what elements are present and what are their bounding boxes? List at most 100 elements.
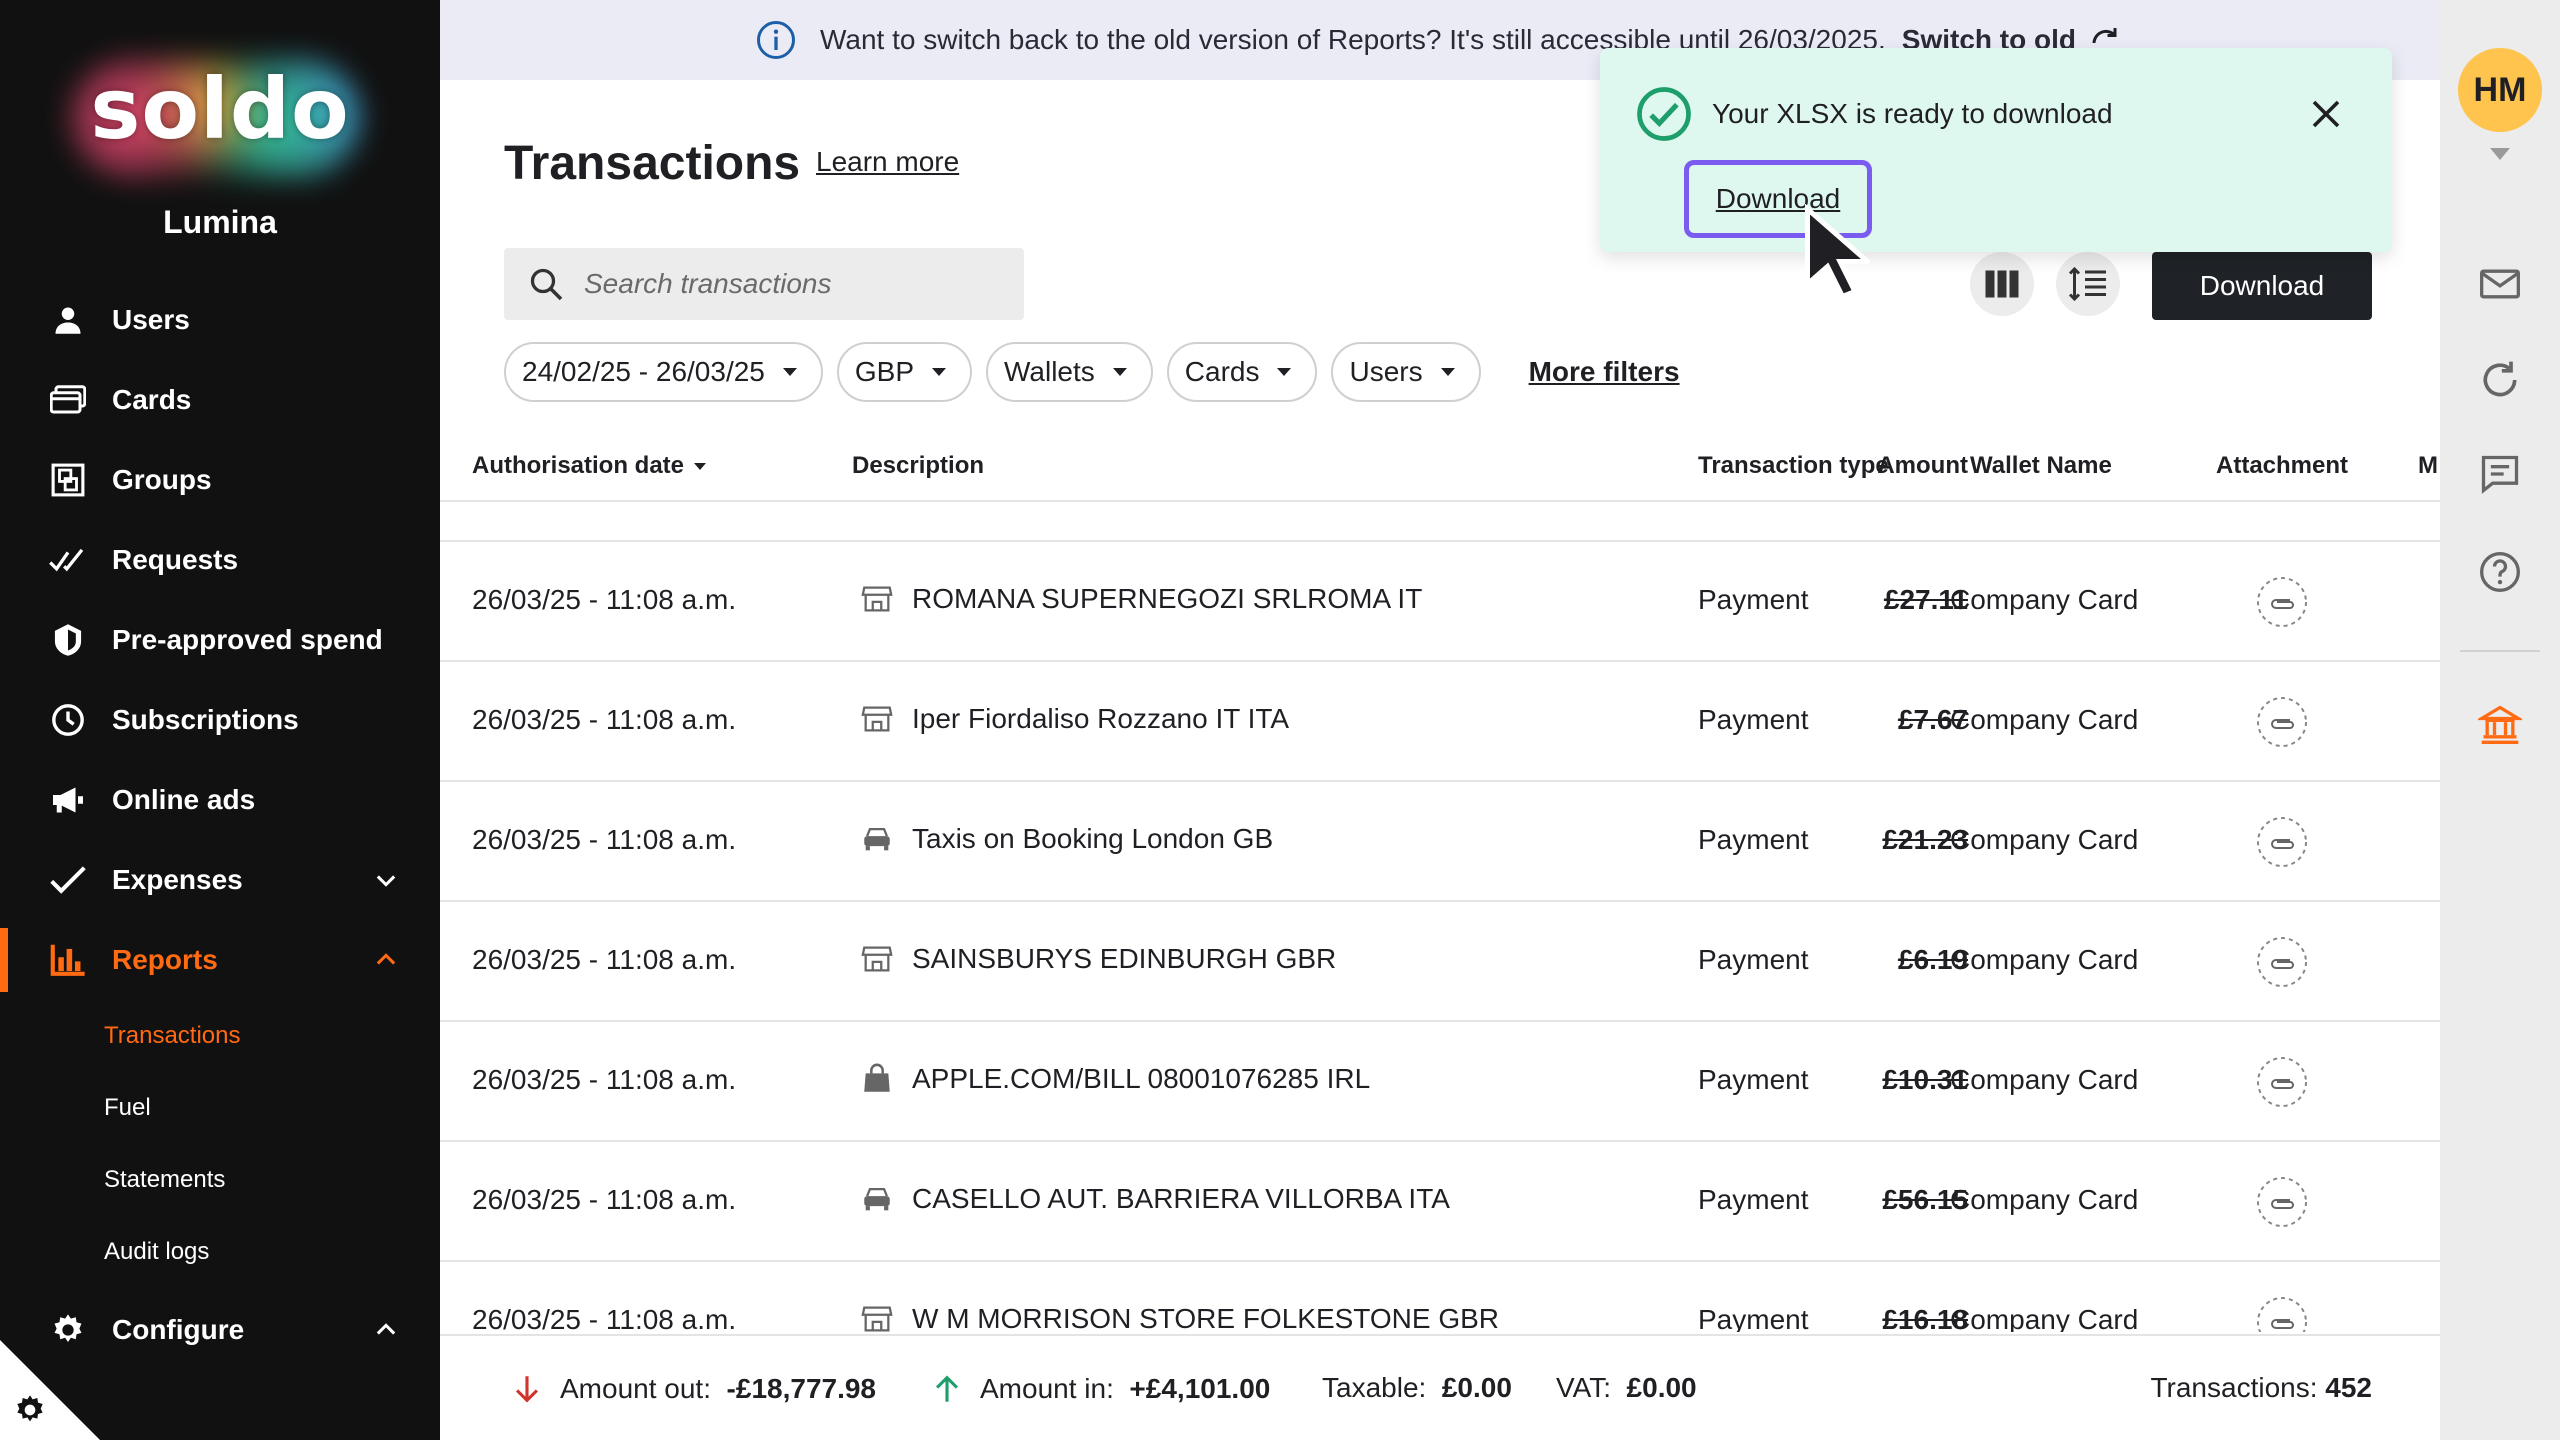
sidebar-item-pre-approved-spend[interactable]: Pre-approved spend bbox=[0, 600, 440, 680]
learn-more-link[interactable]: Learn more bbox=[816, 146, 959, 178]
amount-in-value: +£4,101.00 bbox=[1129, 1373, 1271, 1404]
date-range-value: 24/02/25 - 26/03/25 bbox=[522, 356, 765, 387]
avatar[interactable]: HM bbox=[2458, 48, 2542, 132]
sidebar-item-expenses[interactable]: Expenses bbox=[0, 840, 440, 920]
cards-filter[interactable]: Cards bbox=[1166, 342, 1318, 402]
column-header-amount[interactable]: Amount bbox=[1877, 452, 1968, 480]
transaction-description: Iper Fiordaliso Rozzano IT ITA bbox=[860, 702, 1289, 736]
avatar-caret-icon[interactable] bbox=[2490, 148, 2510, 160]
row-density-button[interactable] bbox=[2056, 252, 2120, 316]
download-button[interactable]: Download bbox=[2152, 252, 2372, 320]
search-box[interactable] bbox=[504, 248, 1024, 320]
chat-icon[interactable] bbox=[2478, 452, 2522, 496]
table-row[interactable]: 26/03/25 - 11:08 a.m. CASELLO AUT. BARRIE… bbox=[440, 1142, 2440, 1262]
megaphone-icon bbox=[48, 780, 88, 820]
row-spacing-icon bbox=[2068, 266, 2106, 302]
attachment-icon[interactable] bbox=[2256, 1176, 2308, 1228]
column-header-description[interactable]: Description bbox=[852, 452, 984, 480]
merchant-name: ROMANA SUPERNEGOZI SRLROMA IT bbox=[912, 583, 1423, 614]
store-icon bbox=[860, 942, 894, 976]
table-row[interactable]: 26/03/25 - 11:08 a.m. SAINSBURYS EDINBURG… bbox=[440, 902, 2440, 1022]
chevron-up-icon[interactable] bbox=[372, 946, 400, 974]
attachment-icon[interactable] bbox=[2256, 696, 2308, 748]
column-header-authorisation-date[interactable]: Authorisation date bbox=[472, 452, 707, 480]
column-header-wallet-name[interactable]: Wallet Name bbox=[1970, 452, 2112, 480]
sidebar-item-label: Cards bbox=[112, 384, 192, 415]
clock-icon bbox=[48, 700, 88, 740]
attachment-icon[interactable] bbox=[2256, 576, 2308, 628]
sidebar-subitem-fuel[interactable]: Fuel bbox=[0, 1072, 440, 1144]
sidebar-item-requests[interactable]: Requests bbox=[0, 520, 440, 600]
table-row-partial[interactable] bbox=[440, 502, 2440, 542]
cards-label: Cards bbox=[1184, 356, 1260, 387]
merchant-name: W M MORRISON STORE FOLKESTONE GBR bbox=[912, 1303, 1500, 1332]
attachment-icon[interactable] bbox=[2256, 936, 2308, 988]
page-title: Transactions bbox=[504, 137, 801, 190]
sidebar-item-reports[interactable]: Reports bbox=[0, 920, 440, 1000]
transaction-description: APPLE.COM/BILL 08001076285 IRL bbox=[860, 1062, 1370, 1096]
sidebar-item-label: Reports bbox=[112, 944, 218, 975]
chevron-down-icon[interactable] bbox=[372, 866, 400, 894]
sidebar-item-users[interactable]: Users bbox=[0, 280, 440, 360]
search-icon bbox=[530, 268, 563, 301]
column-header-attachment[interactable]: Attachment bbox=[2216, 452, 2348, 480]
settings-gear-icon[interactable] bbox=[14, 1394, 46, 1426]
logo[interactable]: soldo bbox=[0, 50, 440, 180]
date-range-filter[interactable]: 24/02/25 - 26/03/25 bbox=[504, 342, 823, 402]
table-header: Authorisation date Description Amount Tr… bbox=[440, 432, 2440, 502]
more-filters-link[interactable]: More filters bbox=[1529, 356, 1680, 388]
sidebar-subitem-transactions[interactable]: Transactions bbox=[0, 1000, 440, 1072]
card-icon bbox=[48, 380, 88, 420]
attachment-icon[interactable] bbox=[2256, 1056, 2308, 1108]
table-row[interactable]: 26/03/25 - 11:08 a.m. APPLE.COM/BILL 0800… bbox=[440, 1022, 2440, 1142]
sidebar-nav: Users Cards Groups Requests Pre-approved… bbox=[0, 280, 440, 1370]
columns-view-button[interactable] bbox=[1970, 252, 2034, 316]
table-row[interactable]: 26/03/25 - 11:08 a.m. ROMANA SUPERNEGOZI … bbox=[440, 542, 2440, 662]
help-icon[interactable] bbox=[2478, 550, 2522, 594]
wallets-filter[interactable]: Wallets bbox=[986, 342, 1153, 402]
sidebar-item-groups[interactable]: Groups bbox=[0, 440, 440, 520]
sidebar-item-cards[interactable]: Cards bbox=[0, 360, 440, 440]
table-row[interactable]: 26/03/25 - 11:08 a.m. Iper Fiordaliso Roz… bbox=[440, 662, 2440, 782]
user-icon bbox=[48, 300, 88, 340]
sidebar-subitem-statements[interactable]: Statements bbox=[0, 1144, 440, 1216]
transaction-type: Payment bbox=[1698, 584, 1809, 615]
taxable-label: Taxable: bbox=[1322, 1372, 1427, 1403]
search-input[interactable] bbox=[584, 268, 1004, 300]
car-icon bbox=[860, 822, 894, 856]
table-row[interactable]: 26/03/25 - 11:08 a.m. Taxis on Booking Lo… bbox=[440, 782, 2440, 902]
close-icon[interactable] bbox=[2308, 96, 2344, 132]
attachment-icon[interactable] bbox=[2256, 1296, 2308, 1332]
sidebar-item-subscriptions[interactable]: Subscriptions bbox=[0, 680, 440, 760]
sidebar-item-label: Requests bbox=[112, 544, 239, 575]
attachment-icon[interactable] bbox=[2256, 816, 2308, 868]
sidebar-item-online-ads[interactable]: Online ads bbox=[0, 760, 440, 840]
wallet-name: Company Card bbox=[1950, 1184, 2139, 1215]
taxable: Taxable: £0.00 bbox=[1322, 1372, 1512, 1404]
table-row[interactable]: 26/03/25 - 11:08 a.m. W M MORRISON STORE … bbox=[440, 1262, 2440, 1332]
chevron-up-icon[interactable] bbox=[372, 1316, 400, 1344]
arrow-up-icon bbox=[935, 1375, 959, 1402]
amount-in: Amount in: +£4,101.00 bbox=[930, 1372, 1270, 1406]
rail-divider bbox=[2460, 650, 2540, 652]
caret-down-icon bbox=[1277, 368, 1292, 376]
transactions-table: 26/03/25 - 11:08 a.m. ROMANA SUPERNEGOZI … bbox=[440, 502, 2440, 1332]
merchant-name: SAINSBURYS EDINBURGH GBR bbox=[912, 943, 1337, 974]
users-filter[interactable]: Users bbox=[1331, 342, 1481, 402]
users-label: Users bbox=[1349, 356, 1423, 387]
refresh-icon[interactable] bbox=[2478, 358, 2522, 402]
column-header-transaction-type[interactable]: Transaction type bbox=[1698, 452, 1889, 480]
groups-icon bbox=[48, 460, 88, 500]
shield-icon bbox=[48, 620, 88, 660]
sidebar-subitem-audit-logs[interactable]: Audit logs bbox=[0, 1216, 440, 1288]
car-icon bbox=[860, 1182, 894, 1216]
transaction-date: 26/03/25 - 11:08 a.m. bbox=[472, 1184, 737, 1215]
bank-icon[interactable] bbox=[2478, 702, 2522, 746]
transaction-date: 26/03/25 - 11:08 a.m. bbox=[472, 944, 737, 975]
currency-filter[interactable]: GBP bbox=[836, 342, 973, 402]
mail-icon[interactable] bbox=[2478, 262, 2522, 306]
amount-out-label: Amount out: bbox=[560, 1373, 711, 1404]
column-header-more[interactable]: M bbox=[2418, 452, 2438, 480]
vat-value: £0.00 bbox=[1626, 1372, 1697, 1403]
transaction-date: 26/03/25 - 11:08 a.m. bbox=[472, 1304, 737, 1332]
